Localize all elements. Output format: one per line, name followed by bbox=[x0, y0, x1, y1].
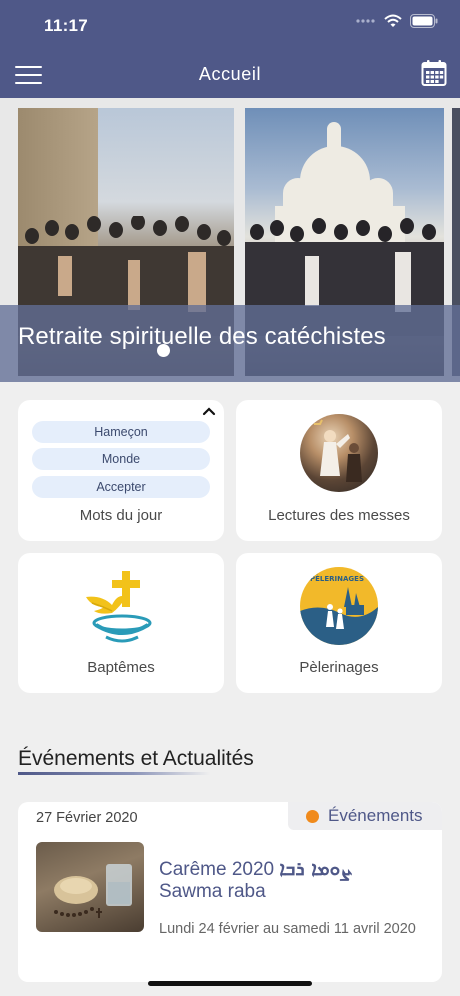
cellular-signal-icon bbox=[356, 19, 375, 23]
top-bar: 11:17 Accueil bbox=[0, 0, 460, 98]
section-underline bbox=[18, 772, 210, 775]
pelerinages-logo-icon: PÈLERINAGES bbox=[300, 567, 378, 645]
home-indicator[interactable] bbox=[148, 981, 312, 986]
word-chip[interactable]: Hameçon bbox=[32, 421, 210, 443]
page-title: Accueil bbox=[198, 64, 262, 84]
dove-cross-font-icon bbox=[86, 571, 152, 643]
baptemes-card[interactable]: Baptêmes bbox=[18, 553, 224, 693]
category-dot-icon bbox=[306, 809, 319, 823]
lectures-card[interactable]: Lectures des messes bbox=[236, 400, 442, 541]
news-title: Carême 2020 ܨܘܡܐ ܪܒܐ Sawma raba bbox=[159, 858, 351, 902]
category-badge[interactable]: Événements bbox=[288, 802, 442, 830]
calendar-icon[interactable] bbox=[421, 59, 447, 87]
section-title: Événements et Actualités bbox=[18, 747, 254, 770]
news-title-syriac: ܨܘܡܐ ܪܒܐ bbox=[279, 858, 351, 880]
news-thumbnail[interactable] bbox=[36, 842, 144, 932]
hero-carousel[interactable]: Retraite spirituelle des catéchistes bbox=[0, 98, 460, 382]
pelerinages-card[interactable]: PÈLERINAGES Pèlerinages bbox=[236, 553, 442, 693]
chevron-up-icon[interactable] bbox=[202, 406, 216, 416]
lectures-painting-icon bbox=[300, 414, 378, 492]
pelerinages-label: Pèlerinages bbox=[299, 659, 379, 676]
news-card[interactable]: 27 Février 2020 Événements Carême 2020 ܨ… bbox=[18, 802, 442, 982]
mots-du-jour-card[interactable]: Hameçon Monde Accepter Mots du jour bbox=[18, 400, 224, 541]
news-date: 27 Février 2020 bbox=[36, 810, 138, 826]
baptemes-label: Baptêmes bbox=[87, 659, 155, 676]
svg-text:PÈLERINAGES: PÈLERINAGES bbox=[310, 574, 364, 583]
battery-icon bbox=[410, 14, 438, 28]
carousel-dot-active[interactable] bbox=[157, 344, 170, 357]
news-subtitle: Lundi 24 février au samedi 11 avril 2020 bbox=[159, 921, 416, 937]
status-icons bbox=[356, 14, 438, 28]
mots-du-jour-label: Mots du jour bbox=[79, 507, 163, 524]
status-time: 11:17 bbox=[44, 16, 89, 35]
lectures-label: Lectures des messes bbox=[268, 507, 410, 524]
word-chip[interactable]: Monde bbox=[32, 448, 210, 470]
hero-caption: Retraite spirituelle des catéchistes bbox=[18, 323, 386, 350]
category-label: Événements bbox=[328, 806, 423, 825]
wifi-icon bbox=[384, 14, 402, 27]
word-chip[interactable]: Accepter bbox=[32, 476, 210, 498]
